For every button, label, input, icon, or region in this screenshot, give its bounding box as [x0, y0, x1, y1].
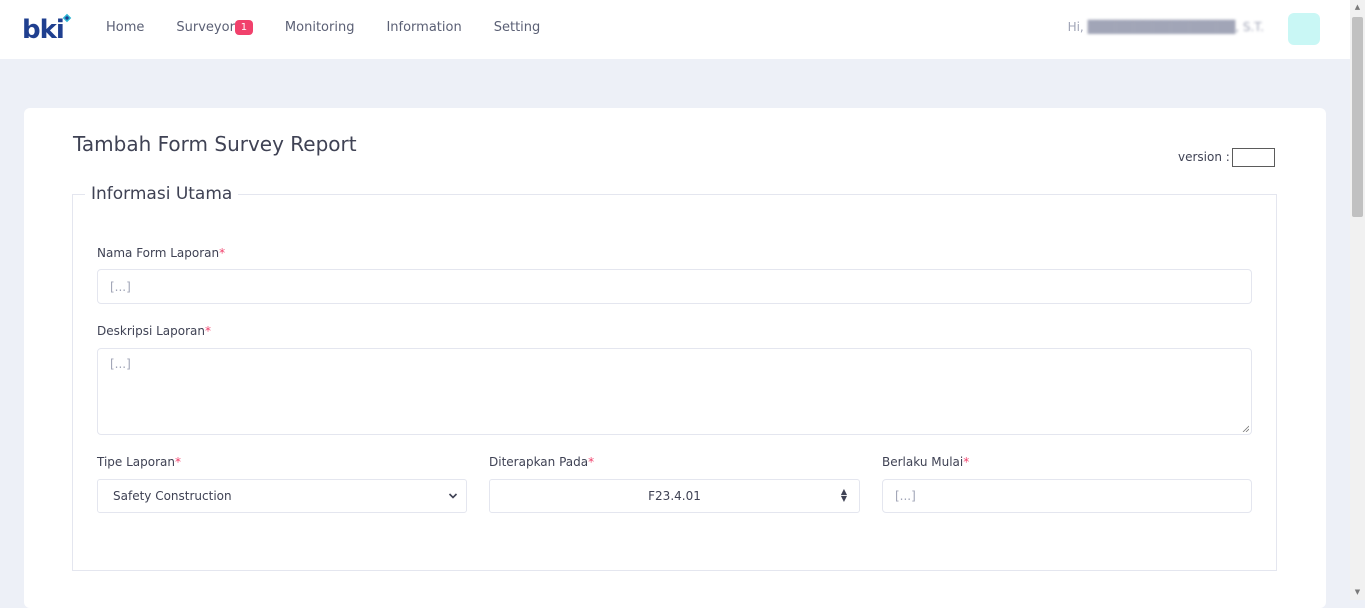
deskripsi-textarea[interactable]: [...]: [97, 348, 1252, 435]
nama-form-label: Nama Form Laporan*: [97, 246, 225, 260]
berlaku-label: Berlaku Mulai*: [882, 455, 969, 469]
nav-setting[interactable]: Setting: [494, 19, 541, 39]
diterapkan-pada-select[interactable]: F23.4.01 ▲ ▼: [489, 479, 860, 513]
page-scrollbar[interactable]: ▲ ▼: [1350, 0, 1365, 600]
diamond-icon: [62, 13, 72, 23]
berlaku-mulai-input[interactable]: [...]: [882, 479, 1252, 513]
nav-monitoring[interactable]: Monitoring: [285, 19, 355, 39]
section-legend: Informasi Utama: [91, 184, 233, 204]
scroll-thumb[interactable]: [1352, 17, 1363, 217]
page-title: Tambah Form Survey Report: [73, 132, 357, 156]
tipe-laporan-value: Safety Construction: [113, 489, 232, 503]
nav-setting-label: Setting: [493, 20, 541, 35]
tipe-label-text: Tipe Laporan: [97, 455, 175, 469]
scroll-down-arrow-icon[interactable]: ▼: [1350, 585, 1365, 600]
nav-home[interactable]: Home: [106, 19, 144, 39]
deskripsi-label: Deskripsi Laporan*: [97, 324, 211, 338]
version-label: version :: [1178, 150, 1230, 164]
top-navbar: bki Home Surveyor 1 Monitoring Informatio…: [0, 0, 1350, 59]
berlaku-label-text: Berlaku Mulai: [882, 455, 964, 469]
resize-grip-icon[interactable]: [1242, 425, 1249, 432]
user-name: ████████████████, S.T.: [1087, 20, 1264, 34]
required-mark: *: [219, 246, 226, 260]
notification-badge: 1: [234, 20, 253, 35]
nav-monitoring-label: Monitoring: [284, 20, 355, 35]
diterapkan-label: Diterapkan Pada*: [489, 455, 594, 469]
scroll-up-arrow-icon[interactable]: ▲: [1350, 0, 1365, 15]
nav-information[interactable]: Information: [386, 19, 461, 39]
main-nav: Home Surveyor 1 Monitoring Information Se…: [106, 19, 572, 39]
form-card: Tambah Form Survey Report version : Info…: [24, 108, 1326, 608]
nav-home-label: Home: [106, 20, 145, 35]
diterapkan-pada-value: F23.4.01: [648, 489, 701, 503]
logo-text: bki: [22, 15, 65, 45]
chevron-down-icon: [448, 493, 458, 499]
nav-surveyor-label: Surveyor: [176, 20, 235, 35]
informasi-utama-section: Informasi Utama Nama Form Laporan* [...]…: [72, 184, 1277, 571]
nama-form-label-text: Nama Form Laporan: [97, 246, 220, 260]
nav-surveyor[interactable]: Surveyor 1: [176, 19, 253, 39]
up-down-arrows-icon: ▲ ▼: [840, 487, 847, 503]
nav-information-label: Information: [386, 20, 462, 35]
greeting-prefix: Hi,: [1067, 20, 1084, 34]
required-mark: *: [588, 455, 595, 469]
version-input[interactable]: [1232, 148, 1275, 167]
tipe-laporan-select[interactable]: Safety Construction: [97, 479, 467, 513]
user-avatar[interactable]: [1288, 13, 1320, 45]
required-mark: *: [963, 455, 970, 469]
deskripsi-placeholder: [...]: [110, 357, 131, 371]
berlaku-placeholder: [...]: [895, 489, 916, 503]
tipe-label: Tipe Laporan*: [97, 455, 181, 469]
nama-form-placeholder: [...]: [110, 279, 131, 294]
required-mark: *: [205, 324, 211, 338]
nama-form-input[interactable]: [...]: [97, 269, 1252, 304]
deskripsi-label-text: Deskripsi Laporan: [97, 324, 205, 338]
required-mark: *: [175, 455, 181, 469]
diterapkan-label-text: Diterapkan Pada: [489, 455, 589, 469]
bki-logo[interactable]: bki: [22, 13, 74, 47]
user-greeting: Hi, ████████████████, S.T.: [1068, 20, 1264, 34]
